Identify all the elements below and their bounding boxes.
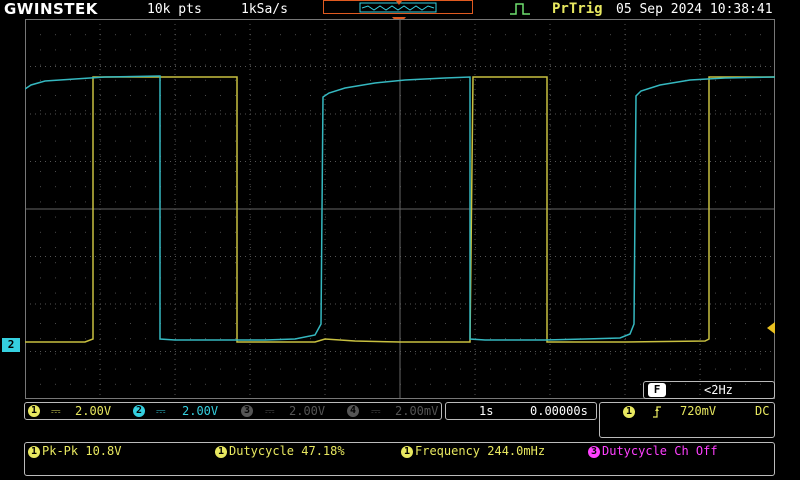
channel-scale-bar[interactable]: 1 ⎓ 2.00V 2 ⎓ 2.00V 3 ⎓ 2.00V 4 ⎓ 2.00mV: [24, 402, 442, 420]
meas-dutycycle: Dutycycle 47.18%: [229, 444, 345, 458]
ch4-scale: 2.00mV: [395, 404, 439, 418]
filter-icon: F: [648, 383, 666, 397]
trigger-box[interactable]: 1 720mV DC: [599, 402, 775, 438]
timebase-scale: 1s: [479, 404, 494, 418]
trigger-level: 720mV: [680, 404, 717, 418]
meas-ch3-dutycycle: Dutycycle Ch Off: [602, 444, 718, 458]
meas-frequency: Frequency 244.0mHz: [415, 444, 546, 458]
meas-1-source-badge: 1: [28, 446, 40, 458]
filter-value: <2Hz: [704, 383, 733, 397]
ch3-coupling-icon: ⎓: [265, 404, 275, 418]
ch3-badge[interactable]: 3: [241, 405, 253, 417]
meas-pkpk: Pk-Pk 10.8V: [42, 444, 122, 458]
status-bar: GWINSTEK 10k pts 1kSa/s PrTrig 05 Sep 20…: [0, 0, 800, 18]
trigger-edge-icon: [510, 3, 530, 15]
ch1-scale: 2.00V: [75, 404, 112, 418]
timebase-position: 0.00000s: [530, 404, 588, 418]
record-length: 10k pts: [147, 2, 202, 17]
trigger-coupling: DC: [755, 404, 770, 418]
brand-logo: GWINSTEK: [4, 0, 98, 18]
meas-2-source-badge: 1: [215, 446, 227, 458]
measurement-bar[interactable]: 1 Pk-Pk 10.8V 1 Dutycycle 47.18% 1 Frequ…: [24, 442, 775, 476]
meas-4-source-badge: 3: [588, 446, 600, 458]
ch2-coupling-icon: ⎓: [156, 404, 166, 418]
ch1-badge[interactable]: 1: [28, 405, 40, 417]
memory-position-bar: [323, 0, 473, 14]
trigger-status: PrTrig: [552, 1, 603, 17]
sample-rate: 1kSa/s: [241, 2, 288, 17]
waveform-display[interactable]: [25, 19, 775, 399]
ch2-scale: 2.00V: [182, 404, 219, 418]
ch2-ground-marker[interactable]: 2: [2, 338, 20, 352]
ch4-badge[interactable]: 4: [347, 405, 359, 417]
filter-box[interactable]: F <2Hz: [643, 381, 775, 399]
ch3-scale: 2.00V: [289, 404, 326, 418]
datetime: 05 Sep 2024 10:38:41: [616, 2, 773, 17]
ch4-coupling-icon: ⎓: [371, 404, 381, 418]
rising-edge-icon: [653, 406, 661, 418]
ch2-badge[interactable]: 2: [133, 405, 145, 417]
trigger-source-badge: 1: [623, 406, 635, 418]
meas-3-source-badge: 1: [401, 446, 413, 458]
timebase-box[interactable]: 1s 0.00000s: [445, 402, 597, 420]
trigger-level-icon[interactable]: [767, 322, 775, 334]
ch1-coupling-icon: ⎓: [51, 404, 61, 418]
